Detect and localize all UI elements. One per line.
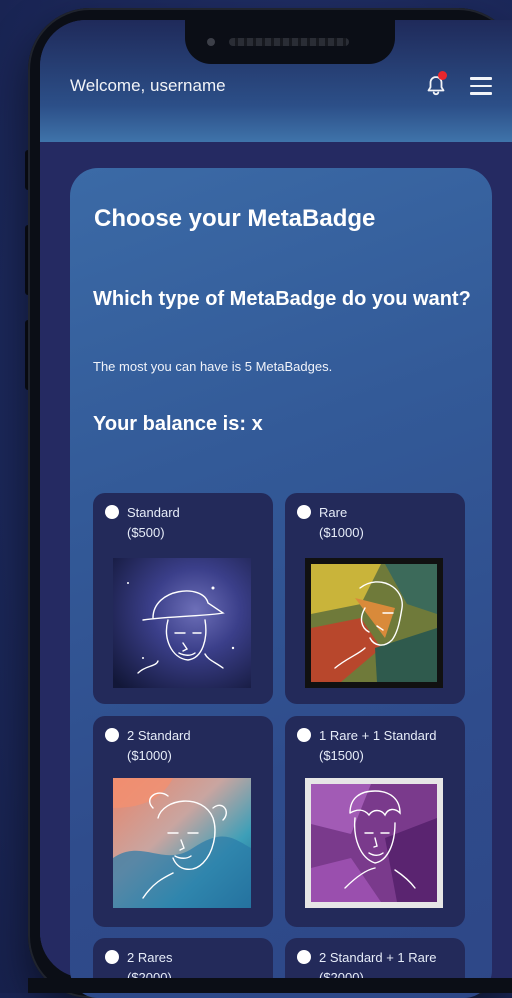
option-standard[interactable]: Standard ($500)	[93, 493, 273, 704]
balance-text: Your balance is: x	[93, 413, 263, 435]
metabadge-art-image	[113, 558, 251, 688]
question-heading: Which type of MetaBadge do you want?	[93, 288, 471, 310]
speaker-grille	[229, 38, 349, 46]
option-label: 2 Standard + 1 Rare ($2000)	[319, 950, 437, 978]
option-rare[interactable]: Rare ($1000)	[285, 493, 465, 704]
option-label: 2 Standard ($1000)	[127, 728, 191, 763]
welcome-text: Welcome, username	[70, 76, 226, 95]
radio-button[interactable]	[105, 728, 119, 742]
notification-dot	[438, 71, 447, 80]
radio-button[interactable]	[297, 728, 311, 742]
radio-button[interactable]	[297, 950, 311, 964]
phone-bottom-bezel	[28, 978, 512, 993]
option-2-standard[interactable]: 2 Standard ($1000)	[93, 716, 273, 927]
option-label: 2 Rares ($2000)	[127, 950, 173, 978]
option-2-standard-1-rare[interactable]: 2 Standard + 1 Rare ($2000)	[285, 938, 465, 978]
page-title: Choose your MetaBadge	[94, 205, 376, 232]
radio-button[interactable]	[105, 505, 119, 519]
hamburger-menu-icon[interactable]	[470, 77, 492, 95]
radio-button[interactable]	[297, 505, 311, 519]
radio-button[interactable]	[105, 950, 119, 964]
option-label: 1 Rare + 1 Standard ($1500)	[319, 728, 437, 763]
front-camera	[207, 38, 215, 46]
option-label: Standard ($500)	[127, 505, 180, 540]
metabadge-art-image	[305, 778, 443, 908]
option-1-rare-1-standard[interactable]: 1 Rare + 1 Standard ($1500)	[285, 716, 465, 927]
option-2-rares[interactable]: 2 Rares ($2000)	[93, 938, 273, 978]
limit-note: The most you can have is 5 MetaBadges.	[93, 359, 333, 374]
metabadge-art-image	[305, 558, 443, 688]
metabadge-art-image	[113, 778, 251, 908]
option-label: Rare ($1000)	[319, 505, 364, 540]
phone-notch	[185, 20, 395, 64]
